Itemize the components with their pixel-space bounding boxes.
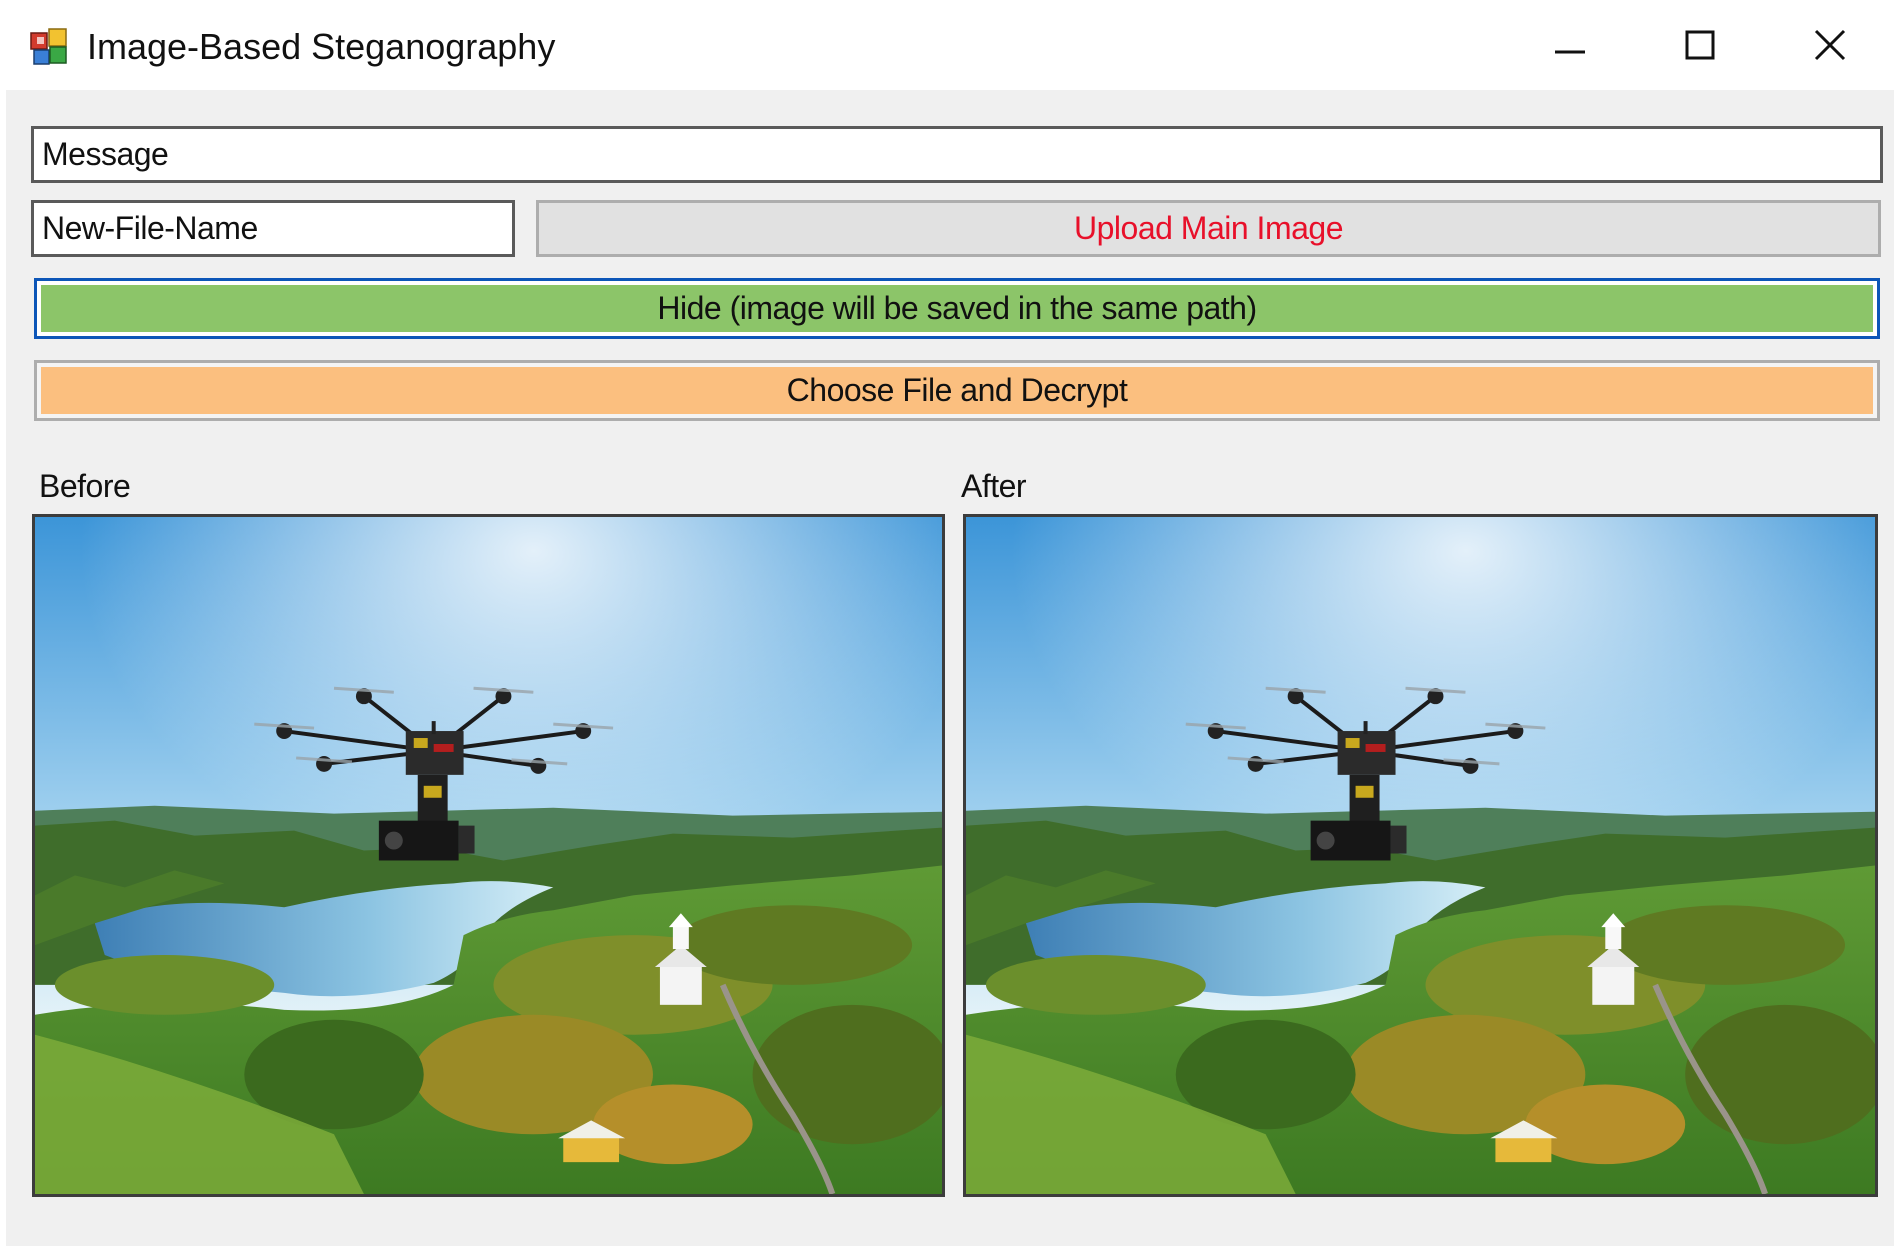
title-bar[interactable]: Image-Based Steganography: [0, 0, 1900, 90]
app-icon: [30, 28, 67, 65]
decrypt-button-label: Choose File and Decrypt: [786, 372, 1128, 408]
after-picture-box: [963, 514, 1878, 1197]
close-button[interactable]: [1775, 14, 1885, 76]
hide-button-label: Hide (image will be saved in the same pa…: [657, 290, 1257, 326]
new-file-name-input[interactable]: New-File-Name: [31, 200, 515, 257]
after-label: After: [961, 468, 1027, 504]
choose-file-decrypt-button[interactable]: Choose File and Decrypt: [34, 360, 1880, 421]
maximize-button[interactable]: [1645, 14, 1755, 76]
minimize-button[interactable]: [1515, 14, 1625, 76]
window-title: Image-Based Steganography: [87, 26, 556, 67]
upload-button-label: Upload Main Image: [1074, 210, 1343, 246]
form-client-area: Message New-File-Name Upload Main Image …: [6, 90, 1894, 1246]
before-image: [35, 517, 942, 1194]
before-picture-box: [32, 514, 945, 1197]
app-window: Image-Based Steganography Message New-Fi…: [0, 0, 1900, 1246]
message-input[interactable]: Message: [31, 126, 1883, 183]
hide-button[interactable]: Hide (image will be saved in the same pa…: [34, 278, 1880, 339]
before-label: Before: [39, 468, 131, 504]
after-image: [966, 517, 1875, 1194]
upload-main-image-button[interactable]: Upload Main Image: [536, 200, 1881, 257]
maximize-icon: [1685, 30, 1715, 60]
minimize-icon: [1555, 50, 1585, 54]
close-icon: [1814, 29, 1846, 61]
